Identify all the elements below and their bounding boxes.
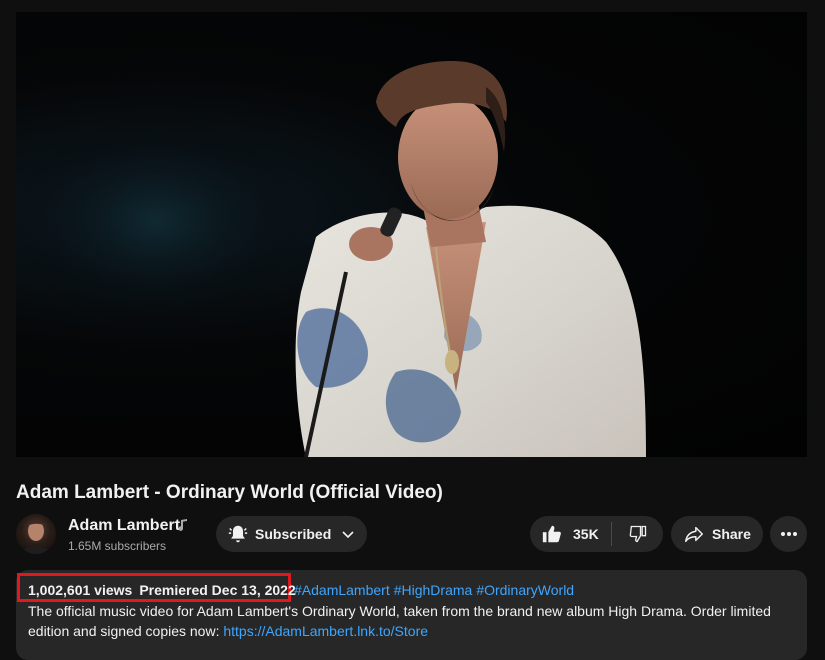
dislike-button[interactable] bbox=[612, 516, 663, 552]
premiere-date: Premiered Dec 13, 2022 bbox=[139, 582, 296, 598]
video-frame-singer bbox=[16, 61, 646, 457]
chevron-down-icon bbox=[342, 531, 354, 539]
thumbs-down-icon bbox=[629, 525, 646, 543]
avatar-portrait-icon bbox=[22, 520, 50, 554]
hashtag-link[interactable]: #AdamLambert bbox=[294, 582, 390, 598]
view-count: 1,002,601 views bbox=[28, 582, 133, 598]
description-box[interactable]: 1,002,601 views Premiered Dec 13, 2022 #A… bbox=[16, 570, 807, 660]
hashtag-list: #AdamLambert #HighDrama #OrdinaryWorld bbox=[294, 582, 578, 598]
subscribed-label: Subscribed bbox=[255, 526, 332, 542]
share-icon bbox=[685, 526, 703, 543]
like-count: 35K bbox=[573, 526, 599, 542]
bell-icon bbox=[228, 525, 248, 543]
thumbs-up-icon bbox=[542, 525, 561, 543]
subscribed-button[interactable]: Subscribed bbox=[216, 516, 367, 552]
views-date: 1,002,601 views Premiered Dec 13, 2022 bbox=[28, 582, 296, 598]
channel-avatar[interactable] bbox=[16, 514, 56, 554]
more-actions-button[interactable] bbox=[770, 516, 807, 552]
hashtag-link[interactable]: #OrdinaryWorld bbox=[476, 582, 574, 598]
share-button[interactable]: Share bbox=[671, 516, 763, 552]
subscriber-count: 1.65M subscribers bbox=[68, 539, 167, 553]
more-horizontal-icon bbox=[780, 532, 797, 536]
music-note-icon bbox=[178, 519, 187, 531]
share-label: Share bbox=[712, 526, 751, 542]
description-text: The official music video for Adam Lamber… bbox=[28, 601, 793, 641]
video-title: Adam Lambert - Ordinary World (Official … bbox=[16, 482, 443, 503]
like-dislike-group: 35K bbox=[530, 516, 663, 552]
like-button[interactable]: 35K bbox=[530, 516, 611, 552]
video-player[interactable] bbox=[16, 12, 807, 457]
hashtag-link[interactable]: #HighDrama bbox=[394, 582, 473, 598]
channel-name[interactable]: Adam Lambert bbox=[68, 517, 180, 535]
store-link[interactable]: https://AdamLambert.lnk.to/Store bbox=[223, 623, 428, 639]
